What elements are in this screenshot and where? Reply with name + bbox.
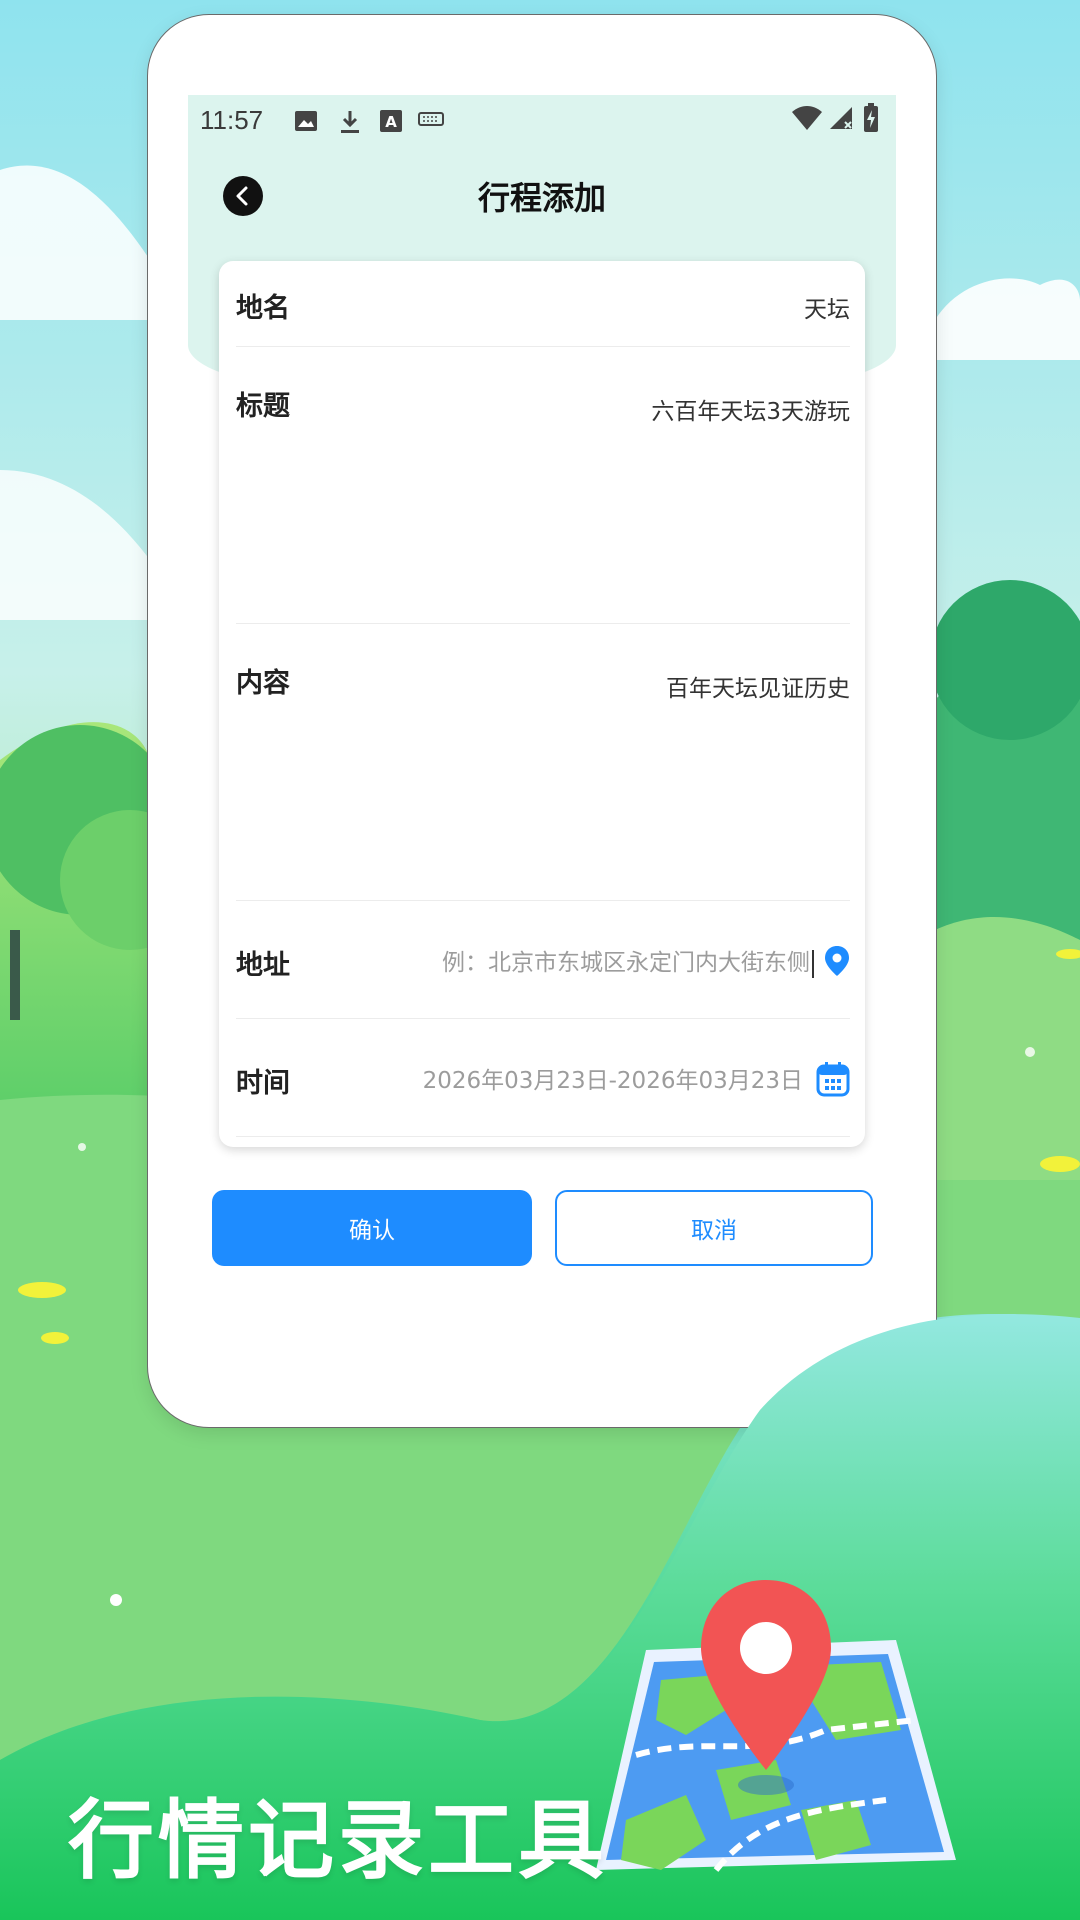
map-pin-illustration bbox=[596, 1580, 956, 1872]
promo-slogan: 行情记录工具 bbox=[68, 1791, 608, 1891]
